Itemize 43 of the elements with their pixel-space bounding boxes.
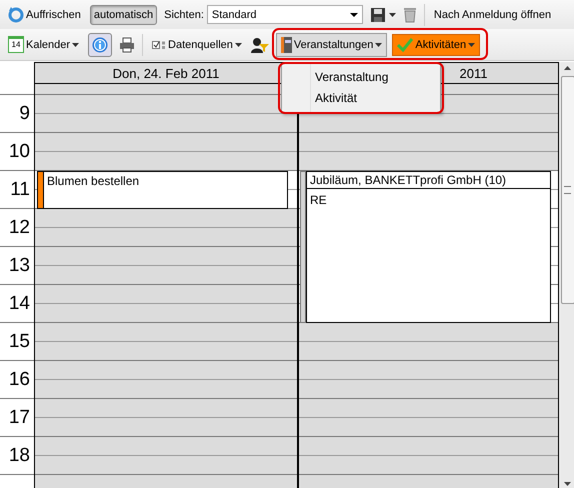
activities-button[interactable]: Aktivitäten <box>392 34 480 56</box>
check-icon <box>397 38 414 52</box>
scroll-up-icon <box>564 66 571 70</box>
trash-icon[interactable] <box>402 6 417 22</box>
hour-label: 9 <box>19 102 30 124</box>
hour-label: 15 <box>8 330 30 352</box>
event-title: Jubiläum, BANKETTprofi GmbH (10) <box>307 172 550 189</box>
refresh-button[interactable]: Auffrischen <box>6 4 83 24</box>
event-description: RE <box>309 192 328 209</box>
refresh-icon <box>8 6 24 22</box>
hour-label: 11 <box>10 178 30 200</box>
hour-label: 13 <box>8 254 30 276</box>
calendar-icon: 14 <box>8 36 24 53</box>
caret-icon <box>375 42 382 46</box>
caret-icon <box>468 42 476 46</box>
automatic-toggle[interactable]: automatisch <box>90 4 158 24</box>
data-sources-button[interactable]: Datenquellen <box>150 36 244 52</box>
task-card[interactable]: Blumen bestellen <box>37 171 288 209</box>
views-label: Sichten: <box>164 8 204 20</box>
info-button[interactable] <box>88 32 112 56</box>
save-icon[interactable] <box>370 6 386 22</box>
hour-label: 10 <box>8 140 30 162</box>
caret-icon[interactable] <box>388 12 396 16</box>
caret-icon <box>234 42 242 46</box>
hour-label: 17 <box>8 406 30 428</box>
caret-icon <box>350 12 358 16</box>
scroll-down-icon <box>564 482 571 486</box>
printer-icon[interactable] <box>119 36 136 52</box>
calendar-button[interactable]: 14 Kalender <box>6 34 82 55</box>
hour-label: 18 <box>8 444 30 466</box>
user-filter-icon[interactable] <box>250 36 269 52</box>
events-button[interactable]: Veranstaltungen <box>276 32 388 56</box>
menu-item[interactable]: Aktivität <box>282 88 440 109</box>
task-title: Blumen bestellen <box>46 173 140 190</box>
scrollbar[interactable] <box>559 62 574 488</box>
views-dropdown[interactable]: Standard <box>206 5 363 24</box>
book-icon <box>280 36 292 52</box>
checkbox-icon <box>152 40 166 50</box>
hour-label: 14 <box>8 292 30 314</box>
hour-label: 16 <box>8 368 30 390</box>
hour-label: 12 <box>8 216 30 238</box>
open-after-login-button[interactable]: Nach Anmeldung öffnen <box>432 6 554 22</box>
caret-icon <box>72 42 80 46</box>
